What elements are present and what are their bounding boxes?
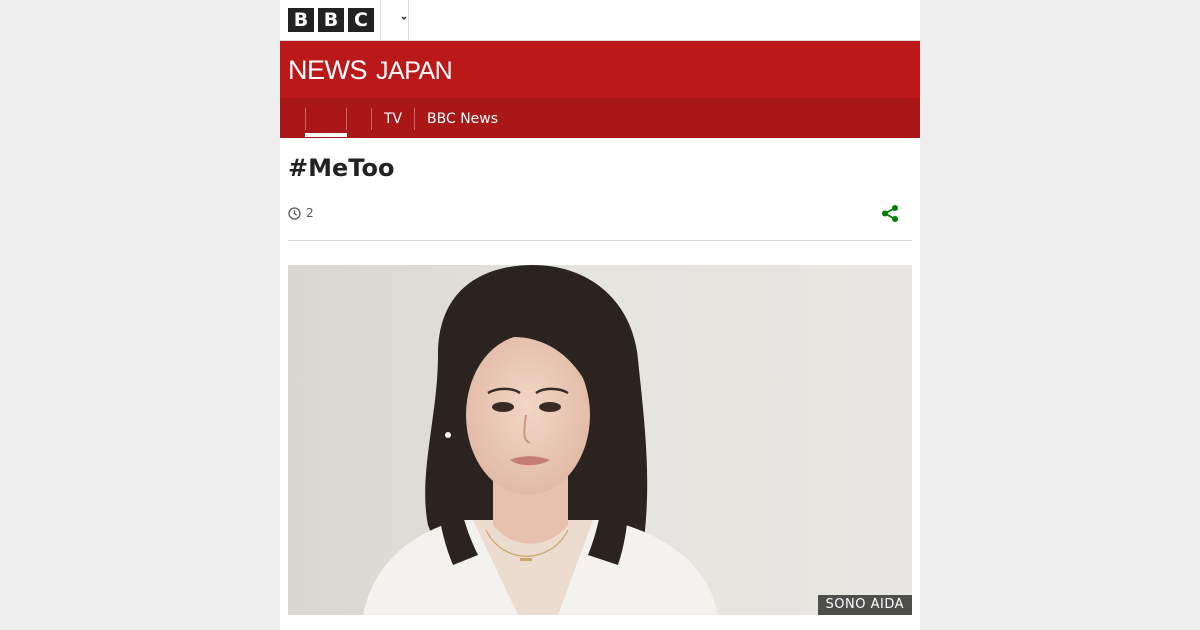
news-brand-logo[interactable]: NEWS JAPAN — [288, 55, 453, 86]
bbc-logo-letter: C — [348, 8, 374, 32]
nav-active-indicator — [305, 133, 347, 137]
article-headline: #MeToo — [288, 154, 395, 182]
bbc-logo[interactable]: B B C — [288, 8, 374, 32]
nav-item-bbc-news[interactable]: BBC News — [427, 108, 498, 130]
chevron-down-icon[interactable] — [401, 15, 407, 21]
nav-separator — [371, 108, 372, 130]
section-nav: TV BBC News — [280, 98, 920, 138]
news-banner: NEWS JAPAN — [280, 41, 920, 98]
brand-region: JAPAN — [376, 57, 453, 85]
divider — [380, 0, 381, 40]
share-icon[interactable] — [881, 204, 899, 223]
clock-icon — [288, 206, 301, 220]
page: B B C NEWS JAPAN TV BBC News #MeToo 2 SO… — [280, 0, 920, 630]
portrait-illustration — [288, 265, 912, 615]
top-bar: B B C — [280, 0, 920, 41]
article-meta: 2 — [288, 205, 314, 221]
divider — [408, 0, 409, 40]
article-photo[interactable]: SONO AIDA — [288, 265, 912, 615]
article-timestamp: 2 — [306, 206, 314, 220]
bbc-logo-letter: B — [288, 8, 314, 32]
bbc-logo-letter: B — [318, 8, 344, 32]
brand-news: NEWS — [288, 55, 368, 85]
nav-item-blank[interactable] — [347, 108, 371, 130]
nav-item-tv[interactable]: TV — [384, 108, 402, 130]
nav-separator — [305, 108, 306, 130]
divider — [288, 240, 912, 241]
nav-separator — [414, 108, 415, 130]
photo-credit: SONO AIDA — [817, 595, 912, 615]
